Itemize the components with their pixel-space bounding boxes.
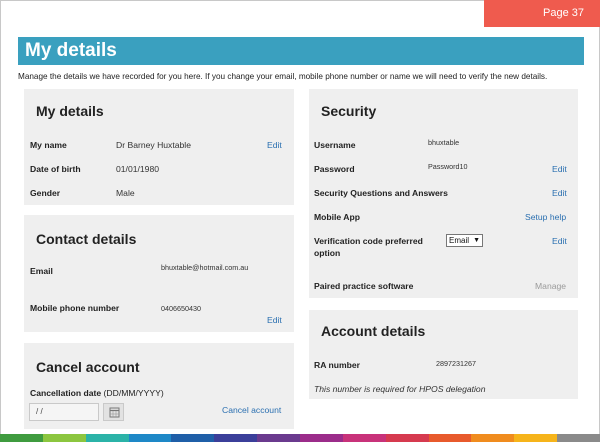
gender-value: Male xyxy=(116,188,135,198)
footer-stripe-segment xyxy=(85,434,130,442)
cancel-account-title: Cancel account xyxy=(36,359,140,375)
cancel-account-panel: Cancel account Cancellation date (DD/MM/… xyxy=(24,343,294,429)
cancel-account-link[interactable]: Cancel account xyxy=(222,405,281,415)
verification-method-value: Email xyxy=(449,236,470,245)
footer-stripe-segment xyxy=(557,434,600,442)
setup-help-link[interactable]: Setup help xyxy=(525,212,566,222)
footer-stripe-segment xyxy=(342,434,387,442)
security-questions-label: Security Questions and Answers xyxy=(314,188,448,198)
password-value: Password10 xyxy=(428,162,468,171)
ra-number-label: RA number xyxy=(314,360,360,370)
ra-number-value: 2897231267 xyxy=(436,359,476,368)
calendar-button[interactable] xyxy=(103,403,124,421)
footer-stripe-segment xyxy=(428,434,472,442)
cancellation-date-label: Cancellation date (DD/MM/YYYY) xyxy=(30,388,164,398)
email-value: bhuxtable@hotmail.com.au xyxy=(161,263,249,272)
calendar-icon xyxy=(109,407,120,418)
footer-stripe-segment xyxy=(171,434,215,442)
page-title: My details xyxy=(18,37,584,65)
edit-security-questions-link[interactable]: Edit xyxy=(552,188,567,198)
my-details-panel: My details My name Dr Barney Huxtable Ed… xyxy=(24,89,294,205)
intro-text: Manage the details we have recorded for … xyxy=(18,72,548,81)
my-details-title: My details xyxy=(36,103,104,119)
ra-number-note: This number is required for HPOS delegat… xyxy=(314,384,486,394)
verification-method-select[interactable]: Email ▼ xyxy=(446,234,483,247)
verification-label-line2: option xyxy=(314,248,341,258)
edit-verification-link[interactable]: Edit xyxy=(552,236,567,246)
cancellation-date-input[interactable]: / / xyxy=(29,403,99,421)
footer-stripe-segment xyxy=(385,434,430,442)
security-title: Security xyxy=(321,103,377,119)
footer-stripe-segment xyxy=(257,434,301,442)
contact-details-panel: Contact details Email bhuxtable@hotmail.… xyxy=(24,215,294,332)
verification-label-line1: Verification code preferred xyxy=(314,236,423,246)
password-label: Password xyxy=(314,164,355,174)
edit-name-link[interactable]: Edit xyxy=(267,140,282,150)
dob-label: Date of birth xyxy=(30,164,81,174)
chevron-down-icon: ▼ xyxy=(473,237,480,244)
footer-stripe-segment xyxy=(0,434,44,442)
footer-stripe-segment xyxy=(214,434,258,442)
edit-password-link[interactable]: Edit xyxy=(552,164,567,174)
security-panel: Security Username bhuxtable Password Pas… xyxy=(309,89,578,298)
paired-software-label: Paired practice software xyxy=(314,281,414,291)
footer-stripe-segment xyxy=(514,434,558,442)
dob-value: 01/01/1980 xyxy=(116,164,160,174)
account-details-title: Account details xyxy=(321,323,426,339)
edit-contact-link[interactable]: Edit xyxy=(267,315,282,325)
cancellation-date-hint: (DD/MM/YYYY) xyxy=(103,388,164,398)
contact-details-title: Contact details xyxy=(36,231,137,247)
footer-stripe-segment xyxy=(471,434,515,442)
mobile-label: Mobile phone number xyxy=(30,303,120,313)
name-label: My name xyxy=(30,140,67,150)
cancellation-date-text: Cancellation date xyxy=(30,388,102,398)
page-number-tab: Page 37 xyxy=(484,0,600,27)
footer-stripe-segment xyxy=(300,434,344,442)
username-value: bhuxtable xyxy=(428,138,460,147)
name-value: Dr Barney Huxtable xyxy=(116,140,191,150)
gender-label: Gender xyxy=(30,188,61,198)
manage-paired-software-link[interactable]: Manage xyxy=(535,281,566,291)
mobile-app-label: Mobile App xyxy=(314,212,360,222)
footer-stripe-segment xyxy=(42,434,87,442)
account-details-panel: Account details RA number 2897231267 Thi… xyxy=(309,310,578,399)
mobile-value: 0406650430 xyxy=(161,304,201,313)
email-label: Email xyxy=(30,266,53,276)
username-label: Username xyxy=(314,140,356,150)
footer-stripe-segment xyxy=(128,434,172,442)
